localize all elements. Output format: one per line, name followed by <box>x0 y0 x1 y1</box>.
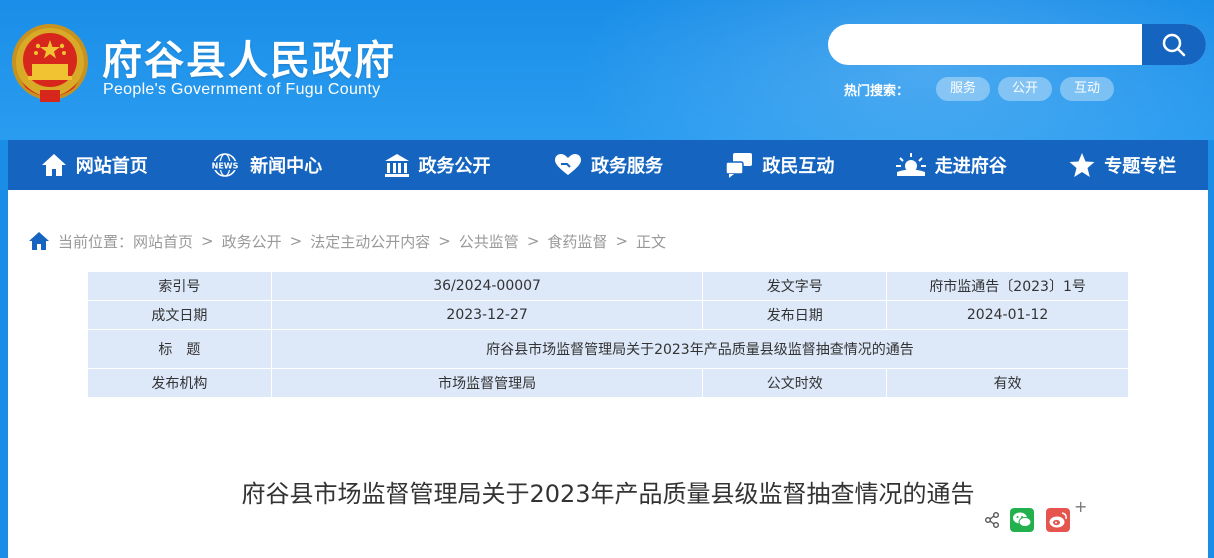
header-glow <box>574 0 1214 140</box>
nav-item-news[interactable]: NEWS 新闻中心 <box>179 140 350 190</box>
publisher-value: 市场监督管理局 <box>270 368 704 398</box>
wechat-icon <box>1013 512 1032 528</box>
doc-number-value: 府市监通告〔2023〕1号 <box>886 271 1129 301</box>
plus-icon[interactable]: + <box>1074 497 1087 516</box>
breadcrumb-item-gov-open[interactable]: 政务公开 <box>222 231 282 252</box>
breadcrumb: 当前位置： 网站首页 > 政务公开 > 法定主动公开内容 > 公共监管 > 食药… <box>28 231 666 251</box>
breadcrumb-item-supervision[interactable]: 公共监管 <box>459 231 519 252</box>
home-icon <box>29 232 49 250</box>
content-panel: 当前位置： 网站首页 > 政务公开 > 法定主动公开内容 > 公共监管 > 食药… <box>8 190 1208 558</box>
hot-search-label: 热门搜索： <box>844 84 910 99</box>
svg-text:NEWS: NEWS <box>212 162 239 171</box>
validity-label: 公文时效 <box>702 368 888 398</box>
title-value: 府谷县市场监督管理局关于2023年产品质量县级监督抽查情况的通告 <box>270 329 1130 369</box>
hot-tag-public[interactable]: 公开 <box>998 77 1053 101</box>
breadcrumb-separator: > <box>201 232 214 250</box>
hot-tag-interaction[interactable]: 互动 <box>1060 77 1115 101</box>
hot-tag-service[interactable]: 服务 <box>936 77 991 101</box>
site-subtitle: People's Government of Fugu County <box>103 81 381 98</box>
doc-number-label: 发文字号 <box>702 271 888 301</box>
breadcrumb-separator: > <box>615 232 628 250</box>
publisher-label: 发布机构 <box>87 368 272 398</box>
nav-item-interaction[interactable]: 政民互动 <box>694 140 865 190</box>
nav-label: 走进府谷 <box>934 156 1007 177</box>
written-date-label: 成文日期 <box>87 300 272 330</box>
written-date-value: 2023-12-27 <box>270 300 704 330</box>
nav-label: 政民互动 <box>762 156 835 177</box>
nav-label: 新闻中心 <box>250 156 323 177</box>
heart-hand-icon <box>554 154 581 175</box>
building-icon <box>384 154 409 177</box>
publish-date-label: 发布日期 <box>702 300 888 330</box>
nav-label: 网站首页 <box>75 156 148 177</box>
news-icon: NEWS <box>209 153 242 177</box>
search-input[interactable] <box>828 24 1142 65</box>
publish-date-value: 2024-01-12 <box>886 300 1129 330</box>
breadcrumb-item-home[interactable]: 网站首页 <box>133 231 193 252</box>
table-row: 索引号 36/2024-00007 发文字号 府市监通告〔2023〕1号 <box>87 271 1129 301</box>
validity-value: 有效 <box>886 368 1129 398</box>
main-nav: 网站首页 NEWS 新闻中心 政务公开 政务服务 政民互动 走进府谷 专题专栏 <box>8 140 1208 190</box>
index-label: 索引号 <box>87 271 272 301</box>
national-emblem-icon <box>12 24 88 102</box>
title-label: 标 题 <box>87 329 272 369</box>
site-title: 府谷县人民政府 <box>102 38 396 84</box>
chat-icon <box>725 153 753 178</box>
nav-label: 政务服务 <box>590 156 663 177</box>
nav-item-about-fugu[interactable]: 走进府谷 <box>865 140 1036 190</box>
nav-item-gov-service[interactable]: 政务服务 <box>522 140 693 190</box>
home-icon <box>41 154 66 176</box>
share-icon-wrapper[interactable] <box>982 510 1002 530</box>
breadcrumb-separator: > <box>438 232 451 250</box>
table-row: 成文日期 2023-12-27 发布日期 2024-01-12 <box>87 300 1129 330</box>
search-box <box>828 24 1206 65</box>
article-title: 府谷县市场监督管理局关于2023年产品质量县级监督抽查情况的通告 <box>241 480 975 508</box>
breadcrumb-separator: > <box>526 232 540 250</box>
sunrise-icon <box>895 153 926 176</box>
table-row: 发布机构 市场监督管理局 公文时效 有效 <box>87 368 1129 398</box>
nav-item-gov-open[interactable]: 政务公开 <box>351 140 522 190</box>
breadcrumb-separator: > <box>289 232 303 250</box>
nav-item-home[interactable]: 网站首页 <box>8 140 179 190</box>
share-icon <box>985 512 999 528</box>
weibo-icon <box>1049 512 1067 528</box>
site-header: 府谷县人民政府 People's Government of Fugu Coun… <box>0 0 1214 140</box>
index-value: 36/2024-00007 <box>270 271 704 301</box>
breadcrumb-current: 正文 <box>635 232 666 251</box>
nav-label: 政务公开 <box>418 156 491 177</box>
table-row: 标 题 府谷县市场监督管理局关于2023年产品质量县级监督抽查情况的通告 <box>87 329 1130 369</box>
breadcrumb-item-food-drug[interactable]: 食药监督 <box>547 231 607 252</box>
star-icon <box>1069 153 1095 177</box>
nav-item-topics[interactable]: 专题专栏 <box>1037 140 1208 190</box>
nav-label: 专题专栏 <box>1104 156 1177 177</box>
weibo-share-button[interactable] <box>1046 508 1070 532</box>
document-info-table: 索引号 36/2024-00007 发文字号 府市监通告〔2023〕1号 成文日… <box>87 271 1130 398</box>
search-button[interactable] <box>1142 24 1206 65</box>
breadcrumb-label: 当前位置： <box>58 232 134 251</box>
breadcrumb-item-statutory[interactable]: 法定主动公开内容 <box>310 231 430 252</box>
search-icon <box>1162 33 1186 56</box>
wechat-share-button[interactable] <box>1010 508 1034 532</box>
